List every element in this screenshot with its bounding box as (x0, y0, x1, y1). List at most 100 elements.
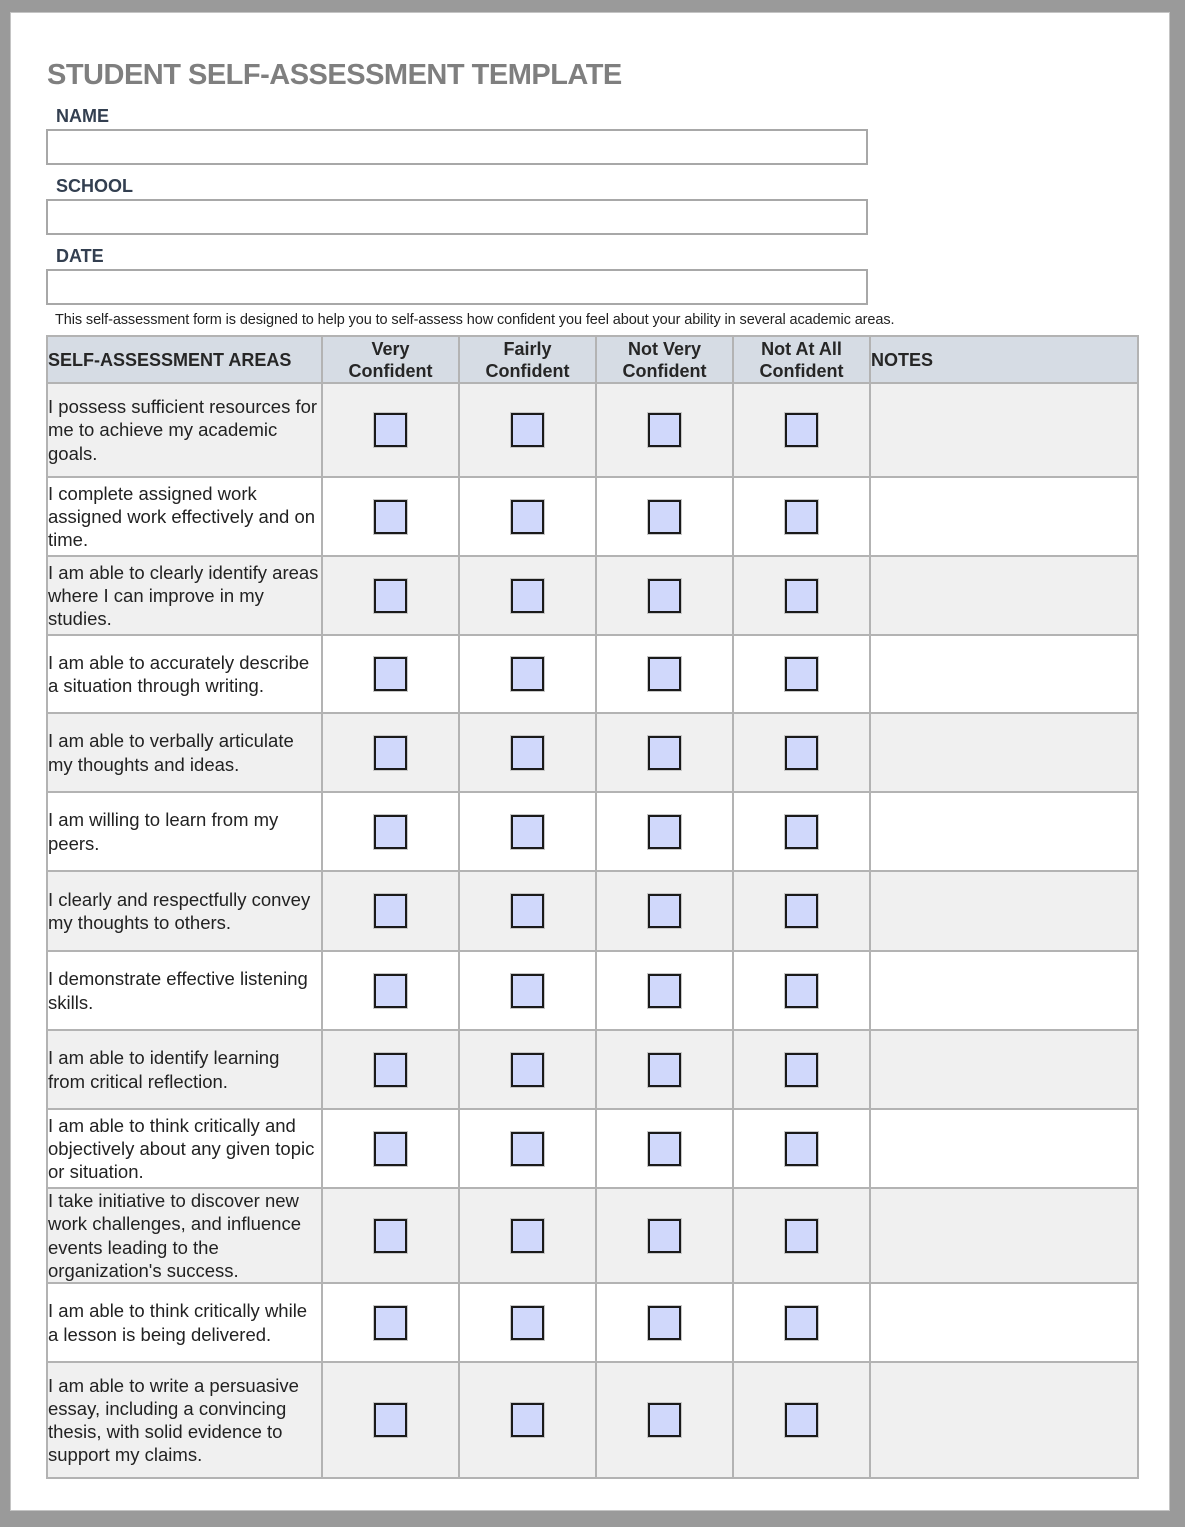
checkbox-fairly-confident[interactable] (511, 1218, 544, 1253)
rating-cell-fairly-confident (458, 950, 597, 1031)
rating-cell-not-very-confident (595, 476, 734, 557)
notes-cell[interactable] (869, 870, 1139, 952)
rating-cell-not-very-confident (595, 1186, 734, 1285)
checkbox-very-confident[interactable] (374, 1305, 407, 1340)
table-row: I take initiative to discover new work c… (46, 1186, 1139, 1285)
assessment-area-text: I am able to identify learning from crit… (46, 1029, 323, 1110)
notes-cell[interactable] (869, 1108, 1139, 1189)
notes-cell[interactable] (869, 555, 1139, 636)
checkbox-not-very-confident[interactable] (648, 1052, 681, 1087)
rating-cell-very-confident (321, 1186, 460, 1285)
rating-cell-not-at-all-confident (732, 870, 871, 952)
checkbox-not-at-all-confident[interactable] (785, 1403, 818, 1438)
assessment-area-text: I possess sufficient resources for me to… (46, 382, 323, 478)
checkbox-not-at-all-confident[interactable] (785, 1131, 818, 1166)
checkbox-very-confident[interactable] (374, 578, 407, 613)
checkbox-not-very-confident[interactable] (648, 1131, 681, 1166)
assessment-area-text: I am able to verbally articulate my thou… (46, 712, 323, 793)
table-row: I clearly and respectfully convey my tho… (46, 870, 1139, 952)
checkbox-very-confident[interactable] (374, 413, 407, 447)
checkbox-not-very-confident[interactable] (648, 894, 681, 928)
checkbox-not-very-confident[interactable] (648, 1305, 681, 1340)
checkbox-fairly-confident[interactable] (511, 894, 544, 928)
table-row: I am able to identify learning from crit… (46, 1029, 1139, 1110)
checkbox-not-at-all-confident[interactable] (785, 413, 818, 447)
checkbox-not-very-confident[interactable] (648, 578, 681, 613)
checkbox-very-confident[interactable] (374, 1131, 407, 1166)
checkbox-very-confident[interactable] (374, 1218, 407, 1253)
notes-cell[interactable] (869, 476, 1139, 557)
checkbox-fairly-confident[interactable] (511, 578, 544, 613)
checkbox-not-very-confident[interactable] (648, 735, 681, 770)
rating-cell-not-at-all-confident (732, 712, 871, 793)
name-field[interactable] (46, 129, 868, 165)
notes-cell[interactable] (869, 1282, 1139, 1364)
checkbox-not-at-all-confident[interactable] (785, 1052, 818, 1087)
checkbox-not-at-all-confident[interactable] (785, 657, 818, 691)
rating-cell-fairly-confident (458, 1282, 597, 1364)
notes-cell[interactable] (869, 1361, 1139, 1480)
table-row: I am able to think critically and object… (46, 1108, 1139, 1189)
notes-cell[interactable] (869, 1186, 1139, 1285)
table-row: I am able to think critically while a le… (46, 1282, 1139, 1364)
notes-cell[interactable] (869, 382, 1139, 478)
rating-cell-fairly-confident (458, 555, 597, 636)
checkbox-not-at-all-confident[interactable] (785, 1305, 818, 1340)
checkbox-very-confident[interactable] (374, 814, 407, 849)
rating-cell-very-confident (321, 634, 460, 714)
checkbox-not-at-all-confident[interactable] (785, 578, 818, 613)
self-assessment-table: SELF-ASSESSMENT AREAS Very Confident Fai… (46, 335, 1139, 1480)
checkbox-fairly-confident[interactable] (511, 1131, 544, 1166)
rating-cell-very-confident (321, 555, 460, 636)
table-header-row: SELF-ASSESSMENT AREAS Very Confident Fai… (46, 335, 1139, 384)
checkbox-not-very-confident[interactable] (648, 1403, 681, 1438)
checkbox-very-confident[interactable] (374, 735, 407, 770)
checkbox-fairly-confident[interactable] (511, 1052, 544, 1087)
rating-cell-not-very-confident (595, 382, 734, 478)
notes-cell[interactable] (869, 712, 1139, 793)
checkbox-not-very-confident[interactable] (648, 973, 681, 1008)
name-label: NAME (56, 106, 109, 126)
date-field[interactable] (46, 269, 868, 305)
checkbox-fairly-confident[interactable] (511, 1403, 544, 1438)
checkbox-fairly-confident[interactable] (511, 814, 544, 849)
notes-cell[interactable] (869, 1029, 1139, 1110)
notes-cell[interactable] (869, 634, 1139, 714)
notes-cell[interactable] (869, 950, 1139, 1031)
checkbox-not-very-confident[interactable] (648, 814, 681, 849)
checkbox-very-confident[interactable] (374, 657, 407, 691)
rating-cell-not-at-all-confident (732, 634, 871, 714)
checkbox-not-very-confident[interactable] (648, 1218, 681, 1253)
checkbox-fairly-confident[interactable] (511, 499, 544, 534)
checkbox-not-very-confident[interactable] (648, 413, 681, 447)
checkbox-not-very-confident[interactable] (648, 499, 681, 534)
checkbox-very-confident[interactable] (374, 499, 407, 534)
checkbox-very-confident[interactable] (374, 973, 407, 1008)
rating-cell-not-very-confident (595, 791, 734, 872)
notes-cell[interactable] (869, 791, 1139, 872)
school-field[interactable] (46, 199, 868, 235)
assessment-area-text: I am willing to learn from my peers. (46, 791, 323, 872)
rating-cell-fairly-confident (458, 382, 597, 478)
checkbox-fairly-confident[interactable] (511, 735, 544, 770)
checkbox-very-confident[interactable] (374, 894, 407, 928)
checkbox-not-at-all-confident[interactable] (785, 1218, 818, 1253)
checkbox-not-at-all-confident[interactable] (785, 894, 818, 928)
assessment-area-text: I am able to write a persuasive essay, i… (46, 1361, 323, 1480)
checkbox-not-at-all-confident[interactable] (785, 973, 818, 1008)
checkbox-not-very-confident[interactable] (648, 657, 681, 691)
checkbox-not-at-all-confident[interactable] (785, 814, 818, 849)
checkbox-fairly-confident[interactable] (511, 413, 544, 447)
checkbox-not-at-all-confident[interactable] (785, 499, 818, 534)
assessment-area-text: I clearly and respectfully convey my tho… (46, 870, 323, 952)
checkbox-fairly-confident[interactable] (511, 657, 544, 691)
rating-cell-not-very-confident (595, 1282, 734, 1364)
checkbox-fairly-confident[interactable] (511, 973, 544, 1008)
rating-cell-very-confident (321, 870, 460, 952)
checkbox-very-confident[interactable] (374, 1403, 407, 1438)
header-line: Fairly (503, 338, 552, 359)
rating-cell-not-at-all-confident (732, 1186, 871, 1285)
checkbox-fairly-confident[interactable] (511, 1305, 544, 1340)
checkbox-not-at-all-confident[interactable] (785, 735, 818, 770)
checkbox-very-confident[interactable] (374, 1052, 407, 1087)
